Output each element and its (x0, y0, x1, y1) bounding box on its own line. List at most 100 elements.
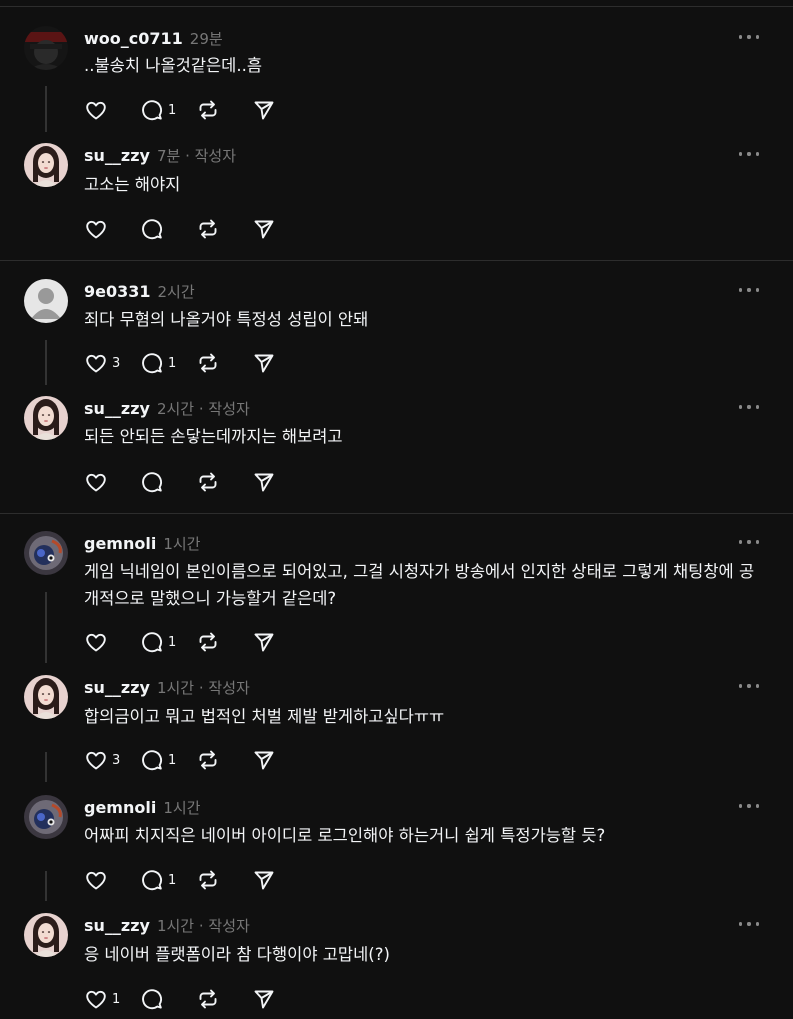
heart-icon (84, 630, 108, 654)
username[interactable]: su__zzy (84, 146, 150, 165)
share-button[interactable] (252, 748, 292, 772)
more-icon[interactable] (739, 282, 759, 298)
heart-icon (84, 987, 108, 1011)
repost-icon (196, 217, 220, 241)
repost-button[interactable] (196, 351, 252, 375)
post-meta: 1시간 · 작성자 (156, 916, 250, 935)
reply-button[interactable] (140, 470, 196, 494)
avatar[interactable] (24, 913, 68, 957)
repost-icon (196, 748, 220, 772)
reply-button[interactable]: 1 (140, 630, 196, 654)
reply-button[interactable]: 1 (140, 98, 196, 122)
reply-button[interactable]: 1 (140, 351, 196, 375)
reply-count: 1 (168, 634, 177, 650)
like-button[interactable]: 1 (84, 987, 140, 1011)
avatar[interactable] (24, 396, 68, 440)
more-icon[interactable] (739, 399, 759, 415)
reply-button[interactable]: 1 (140, 748, 196, 772)
send-icon (252, 470, 276, 494)
avatar[interactable] (24, 26, 68, 70)
thread-connector (45, 871, 47, 901)
avatar[interactable] (24, 675, 68, 719)
repost-button[interactable] (196, 987, 252, 1011)
heart-icon (84, 98, 108, 122)
like-button[interactable] (84, 868, 140, 892)
avatar[interactable] (24, 795, 68, 839)
like-button[interactable] (84, 217, 140, 241)
post-text: 되든 안되든 손닿는데까지는 해보려고 (84, 427, 343, 446)
reply-count: 1 (168, 102, 177, 118)
username[interactable]: woo_c0711 (84, 29, 183, 48)
more-icon[interactable] (739, 146, 759, 162)
share-button[interactable] (252, 98, 292, 122)
more-icon[interactable] (739, 678, 759, 694)
like-button[interactable] (84, 98, 140, 122)
username[interactable]: gemnoli (84, 534, 156, 553)
username[interactable]: su__zzy (84, 678, 150, 697)
repost-icon (196, 98, 220, 122)
comment-icon (140, 351, 164, 375)
send-icon (252, 351, 276, 375)
post-text: 어짜피 치지직은 네이버 아이디로 로그인해야 하는거니 쉽게 특정가능할 듯? (84, 826, 606, 845)
post-meta: 7분 · 작성자 (156, 146, 237, 165)
reply-count: 1 (168, 872, 177, 888)
post-meta: 1시간 (163, 534, 201, 553)
post-meta: 1시간 (163, 798, 201, 817)
more-icon[interactable] (739, 916, 759, 932)
username[interactable]: 9e0331 (84, 282, 151, 301)
avatar[interactable] (24, 279, 68, 323)
avatar[interactable] (24, 143, 68, 187)
reply-count: 1 (168, 752, 177, 768)
repost-button[interactable] (196, 868, 252, 892)
share-button[interactable] (252, 987, 292, 1011)
more-icon[interactable] (739, 798, 759, 814)
reply-button[interactable] (140, 987, 196, 1011)
repost-icon (196, 868, 220, 892)
send-icon (252, 868, 276, 892)
send-icon (252, 748, 276, 772)
repost-icon (196, 630, 220, 654)
post-text: 합의금이고 뭐고 법적인 처벌 제발 받게하고싶다ㅠㅠ (84, 707, 445, 726)
more-icon[interactable] (739, 29, 759, 45)
post-text: ..불송치 나올것같은데..흠 (84, 56, 263, 75)
post-meta: 2시간 (157, 282, 195, 301)
comment-icon (140, 217, 164, 241)
like-button[interactable] (84, 630, 140, 654)
comment-icon (140, 748, 164, 772)
repost-button[interactable] (196, 217, 252, 241)
thread-connector (45, 340, 47, 385)
thread-divider (0, 6, 793, 7)
repost-button[interactable] (196, 98, 252, 122)
share-button[interactable] (252, 868, 292, 892)
username[interactable]: su__zzy (84, 916, 150, 935)
repost-button[interactable] (196, 470, 252, 494)
thread-divider (0, 513, 793, 514)
repost-icon (196, 470, 220, 494)
like-button[interactable] (84, 470, 140, 494)
post-meta: 2시간 · 작성자 (156, 399, 250, 418)
post-text: 응 네이버 플랫폼이라 참 다행이야 고맙네(?) (84, 945, 390, 964)
repost-button[interactable] (196, 748, 252, 772)
post-text: 죄다 무혐의 나올거야 특정성 성립이 안돼 (84, 310, 369, 329)
send-icon (252, 98, 276, 122)
username[interactable]: gemnoli (84, 798, 156, 817)
share-button[interactable] (252, 351, 292, 375)
post-meta: 1시간 · 작성자 (156, 678, 250, 697)
share-button[interactable] (252, 630, 292, 654)
more-icon[interactable] (739, 534, 759, 550)
send-icon (252, 630, 276, 654)
like-count: 3 (112, 355, 121, 371)
reply-button[interactable]: 1 (140, 868, 196, 892)
send-icon (252, 217, 276, 241)
like-button[interactable]: 3 (84, 351, 140, 375)
repost-icon (196, 351, 220, 375)
username[interactable]: su__zzy (84, 399, 150, 418)
reply-button[interactable] (140, 217, 196, 241)
avatar[interactable] (24, 531, 68, 575)
share-button[interactable] (252, 470, 292, 494)
heart-icon (84, 748, 108, 772)
repost-button[interactable] (196, 630, 252, 654)
like-button[interactable]: 3 (84, 748, 140, 772)
comment-icon (140, 98, 164, 122)
share-button[interactable] (252, 217, 292, 241)
